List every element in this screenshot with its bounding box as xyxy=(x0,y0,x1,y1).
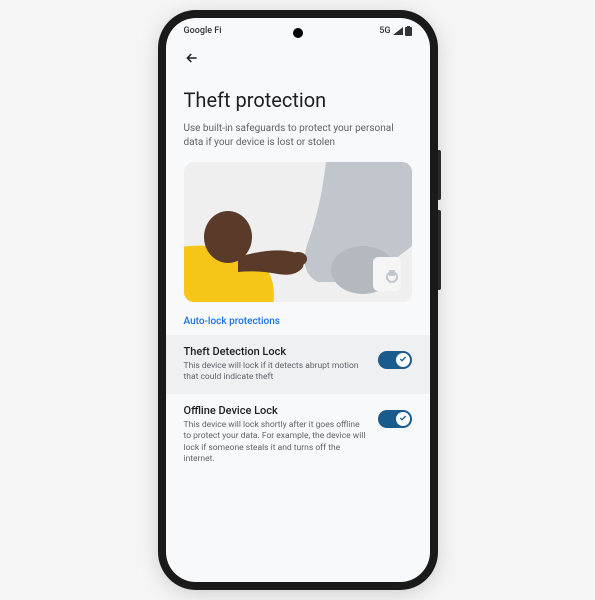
toggle-offline-lock[interactable] xyxy=(378,410,412,428)
setting-title: Theft Detection Lock xyxy=(184,345,368,358)
front-camera xyxy=(293,28,303,38)
section-label: Auto-lock protections xyxy=(184,316,412,327)
phone-frame: Google Fi 5G Theft protection Use built-… xyxy=(158,10,438,590)
page-title: Theft protection xyxy=(184,88,412,112)
setting-offline-device-lock[interactable]: Offline Device Lock This device will loc… xyxy=(184,394,412,476)
battery-icon xyxy=(405,26,412,36)
page-subtitle: Use built-in safeguards to protect your … xyxy=(184,122,412,150)
signal-icon xyxy=(393,27,403,35)
check-icon xyxy=(399,414,407,422)
back-button[interactable] xyxy=(178,44,206,72)
theft-illustration xyxy=(184,162,412,302)
setting-description: This device will lock if it detects abru… xyxy=(184,361,368,384)
setting-theft-detection-lock[interactable]: Theft Detection Lock This device will lo… xyxy=(166,335,430,394)
phone-screen: Google Fi 5G Theft protection Use built-… xyxy=(166,18,430,582)
setting-title: Offline Device Lock xyxy=(184,404,368,417)
toggle-theft-detection[interactable] xyxy=(378,351,412,369)
arrow-left-icon xyxy=(184,50,200,66)
content-area: Theft protection Use built-in safeguards… xyxy=(166,80,430,476)
network-label: 5G xyxy=(379,26,390,36)
nav-bar xyxy=(166,40,430,80)
check-icon xyxy=(399,355,407,363)
setting-description: This device will lock shortly after it g… xyxy=(184,420,368,466)
carrier-label: Google Fi xyxy=(184,26,222,36)
